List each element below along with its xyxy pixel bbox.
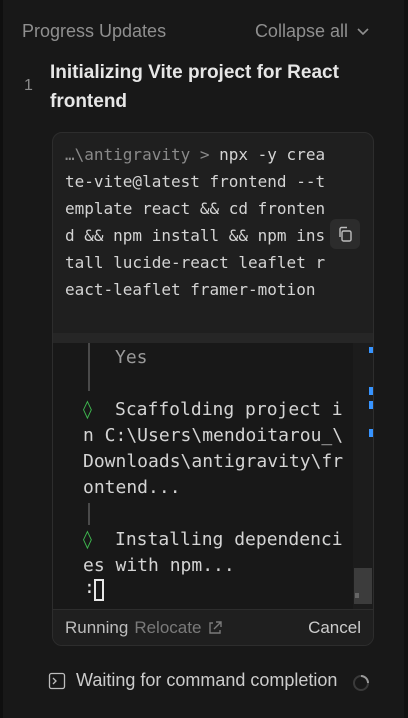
waiting-status: Waiting for command completion <box>48 670 337 691</box>
terminal-scaffold-3: Downloads\antigravity\fr <box>83 451 344 472</box>
status-running: Running <box>65 618 129 637</box>
scaffold-diamond-icon: ◊ <box>82 399 93 420</box>
terminal-scaffold-1: Scaffolding project i <box>115 399 343 420</box>
cancel-button[interactable]: Cancel <box>308 618 361 638</box>
terminal-yes: Yes <box>115 347 148 368</box>
collapse-all-button[interactable]: Collapse all <box>255 21 370 42</box>
left-rail <box>0 0 3 718</box>
terminal-install-2: es with npm... <box>83 555 235 576</box>
step-title: Initializing Vite project for React fron… <box>50 62 339 112</box>
command-body: npx -y create-vite@latest frontend --tem… <box>65 145 326 299</box>
command-divider <box>53 333 373 343</box>
scroll-marker <box>369 401 373 409</box>
terminal-output[interactable]: Yes ◊ Scaffolding project i n C:\Users\m… <box>53 343 353 611</box>
waiting-label: Waiting for command completion <box>76 670 338 690</box>
scroll-marker <box>369 347 373 353</box>
scroll-thumb[interactable] <box>354 568 372 604</box>
chevron-down-icon <box>357 28 369 36</box>
command-text[interactable]: …\antigravity > npx -y create-vite@lates… <box>65 141 330 303</box>
relocate-button[interactable]: Relocate <box>134 618 223 638</box>
terminal-scrollbar[interactable] <box>353 343 373 611</box>
tree-line <box>88 503 90 525</box>
terminal-cursor <box>94 579 104 601</box>
header-title: Progress Updates <box>22 20 167 41</box>
progress-header: Progress Updates Collapse all <box>22 18 370 44</box>
spinner-icon <box>353 675 369 691</box>
install-diamond-icon: ◊ <box>82 529 93 550</box>
scroll-marker <box>369 429 373 437</box>
scroll-marker <box>369 387 373 395</box>
collapse-all-label: Collapse all <box>254 20 348 41</box>
command-footer: Running Relocate Cancel <box>53 609 373 645</box>
scroll-marker <box>355 593 359 598</box>
command-card: …\antigravity > npx -y create-vite@lates… <box>52 132 374 646</box>
relocate-label: Relocate <box>134 618 202 637</box>
terminal-scaffold-4: ontend... <box>83 477 181 498</box>
step-number: 1 <box>24 77 33 94</box>
terminal-install-1: Installing dependenci <box>115 529 343 550</box>
external-link-icon <box>209 621 223 634</box>
command-path: …\antigravity > <box>65 145 220 164</box>
copy-button[interactable] <box>330 219 360 249</box>
terminal-scaffold-2: n C:\Users\mendoitarou_\ <box>83 425 344 446</box>
copy-icon <box>339 226 352 242</box>
tree-line <box>88 343 90 391</box>
terminal-icon <box>48 672 66 689</box>
right-rail <box>404 0 408 718</box>
